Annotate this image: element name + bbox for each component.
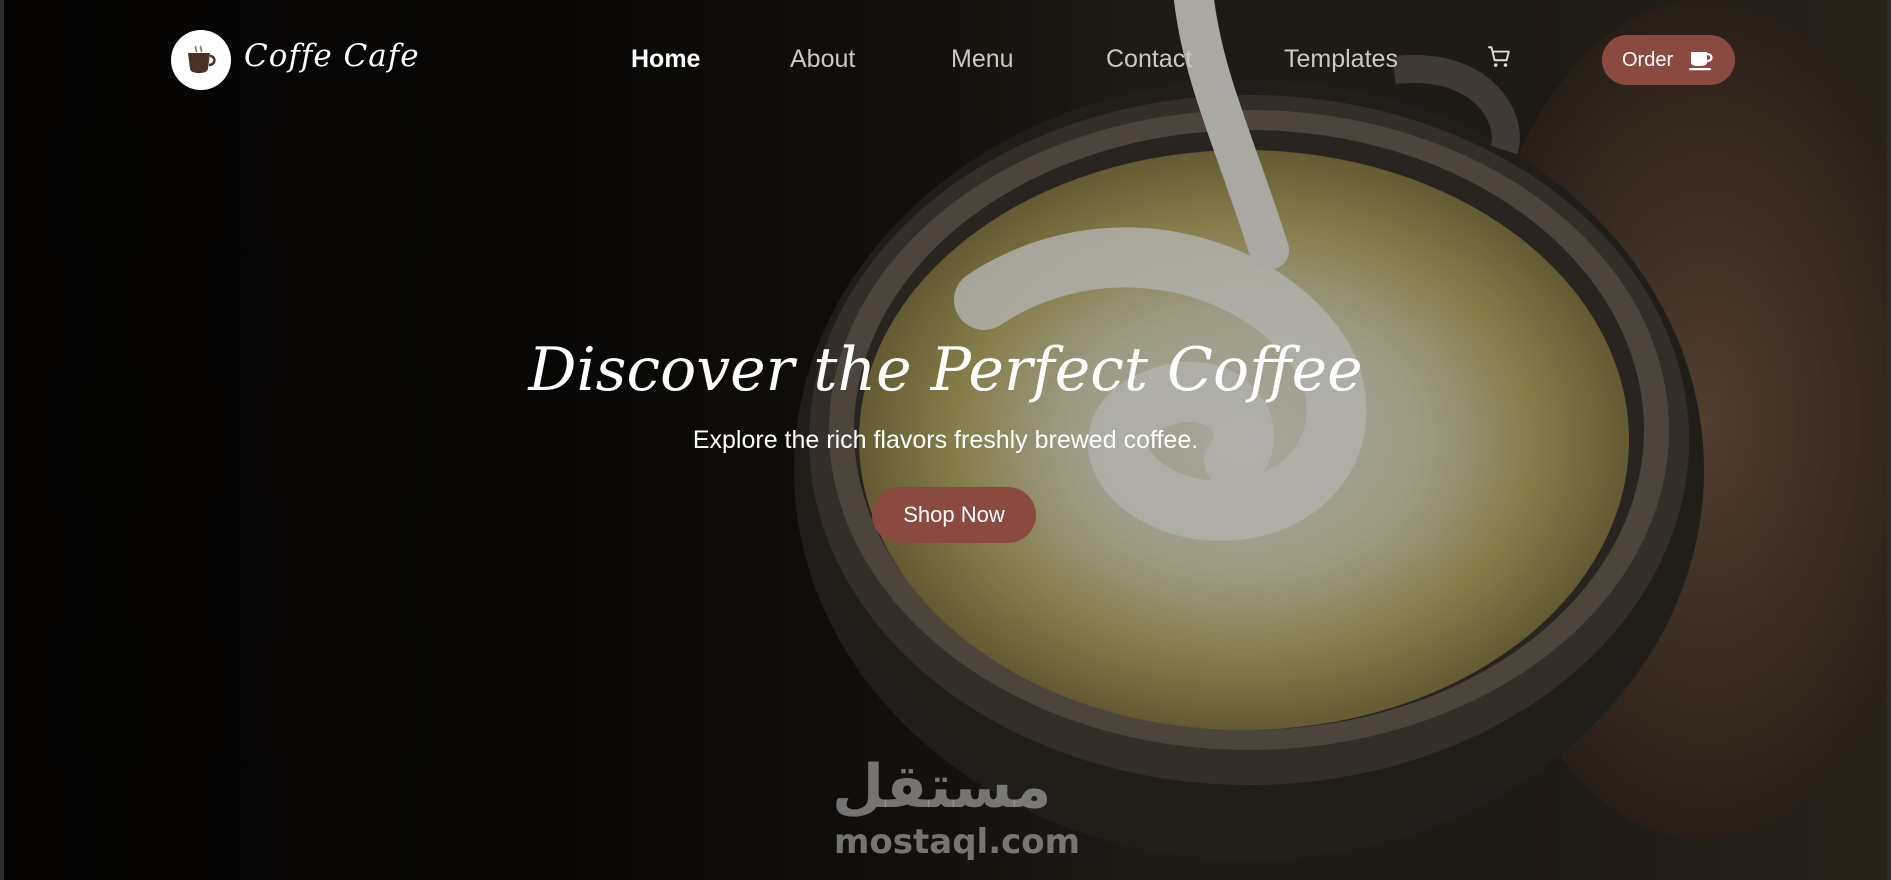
coffee-cup-icon <box>1689 52 1713 71</box>
watermark-latin: mostaql.com <box>834 822 1081 862</box>
brand-name[interactable]: Coffe Cafe <box>244 38 420 74</box>
navbar: Coffe Cafe Home About Menu Contact Templ… <box>4 0 1887 120</box>
shop-now-button[interactable]: Shop Now <box>872 487 1036 543</box>
nav-contact[interactable]: Contact <box>1106 45 1192 74</box>
nav-templates[interactable]: Templates <box>1284 45 1398 74</box>
nav-home[interactable]: Home <box>631 45 700 74</box>
hero-title: Discover the Perfect Coffee <box>528 335 1363 405</box>
coffee-cup-icon <box>188 45 216 73</box>
order-label: Order <box>1622 48 1674 71</box>
nav-about[interactable]: About <box>790 45 855 74</box>
hero-subtitle: Explore the rich flavors freshly brewed … <box>692 426 1199 454</box>
hero-section: Coffe Cafe Home About Menu Contact Templ… <box>0 0 1891 880</box>
watermark-arabic: مستقل <box>832 752 1052 822</box>
nav-menu[interactable]: Menu <box>951 45 1014 74</box>
order-button[interactable]: Order <box>1602 35 1735 85</box>
logo[interactable] <box>171 30 231 90</box>
cart-icon[interactable] <box>1486 44 1512 70</box>
